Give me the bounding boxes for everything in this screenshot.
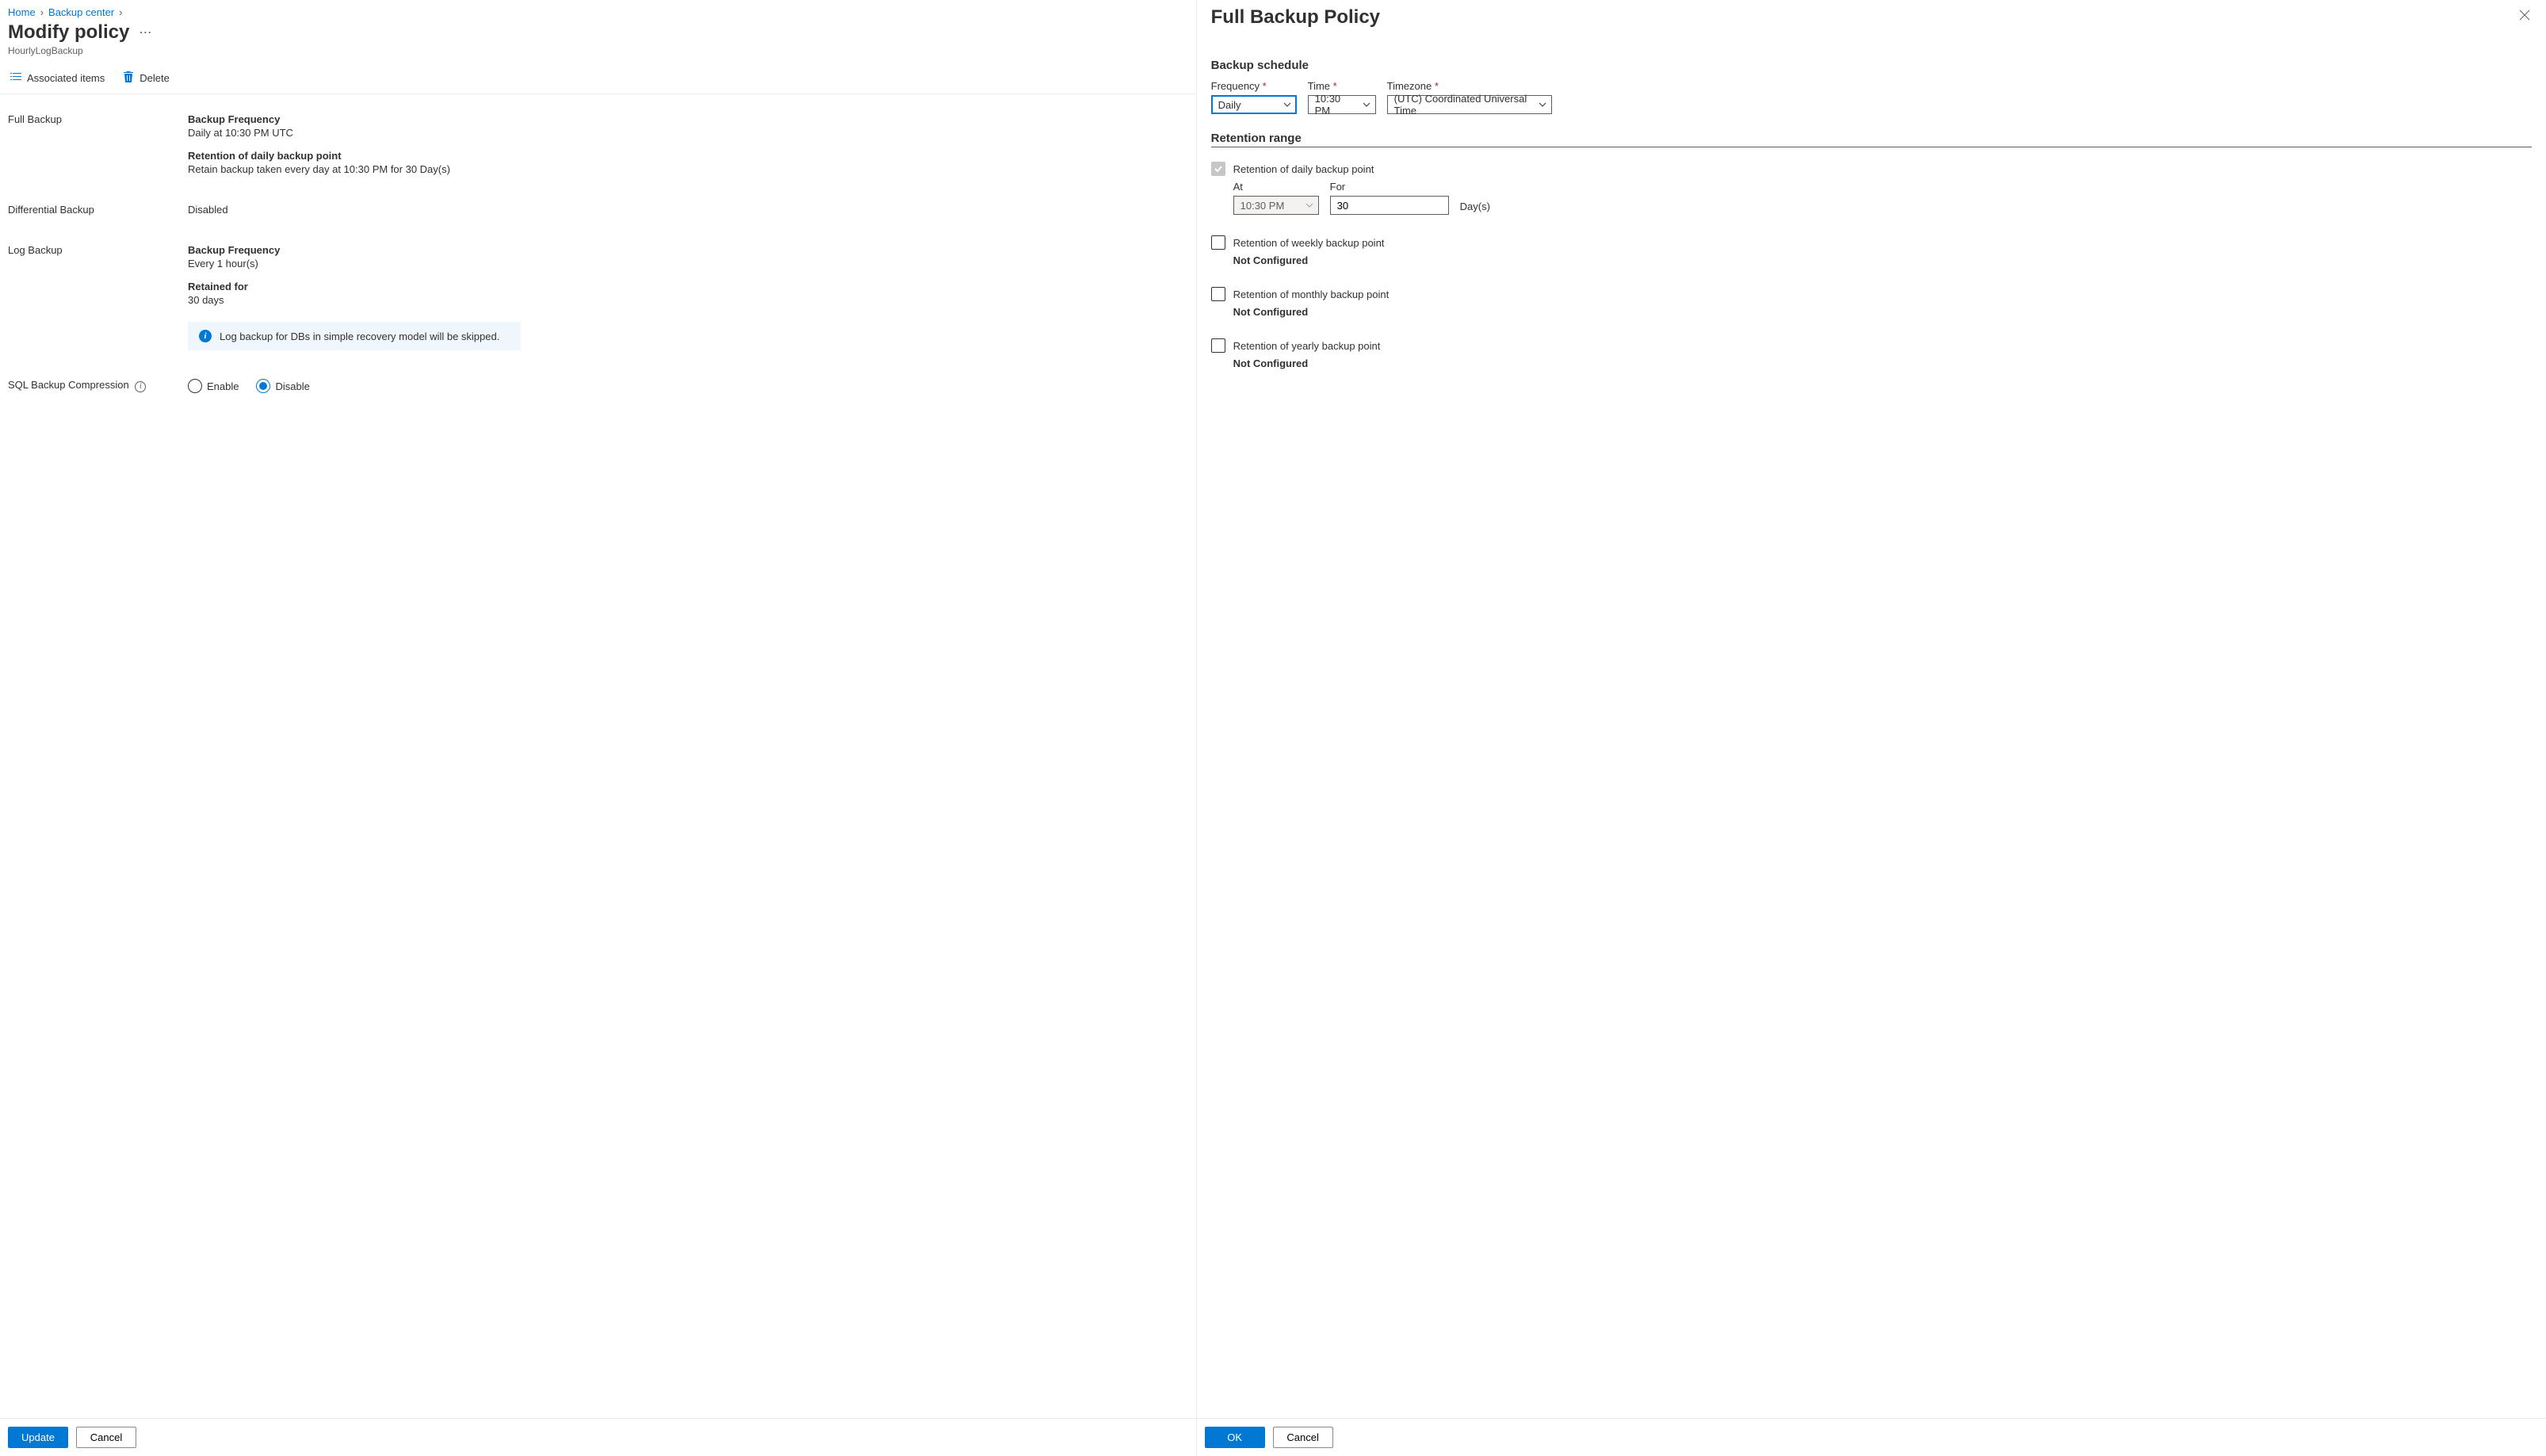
radio-icon <box>188 379 202 393</box>
frequency-select[interactable]: Daily <box>1211 95 1297 114</box>
log-backup-frequency-text: Every 1 hour(s) <box>188 258 521 269</box>
associated-items-label: Associated items <box>27 72 105 84</box>
compression-enable-radio[interactable]: Enable <box>188 379 239 393</box>
weekly-retention-label: Retention of weekly backup point <box>1233 237 1385 249</box>
radio-icon <box>256 379 270 393</box>
trash-icon <box>122 71 135 86</box>
chevron-right-icon: › <box>40 6 44 18</box>
log-backup-retained-text: 30 days <box>188 294 521 306</box>
compression-disable-radio[interactable]: Disable <box>256 379 309 393</box>
compression-disable-label: Disable <box>275 380 309 392</box>
info-icon[interactable]: i <box>135 381 146 392</box>
page-subtitle: HourlyLogBackup <box>0 45 1196 63</box>
yearly-retention-status: Not Configured <box>1233 357 2532 369</box>
log-backup-frequency-title: Backup Frequency <box>188 244 521 256</box>
monthly-retention-status: Not Configured <box>1233 306 2532 318</box>
full-backup-frequency-title: Backup Frequency <box>188 113 521 125</box>
yearly-retention-checkbox[interactable] <box>1211 338 1225 353</box>
time-label: Time * <box>1308 80 1376 92</box>
cancel-button[interactable]: Cancel <box>76 1427 136 1448</box>
weekly-retention-checkbox[interactable] <box>1211 235 1225 250</box>
list-icon <box>10 71 22 86</box>
backup-schedule-header: Backup schedule <box>1211 59 2532 72</box>
breadcrumb-home[interactable]: Home <box>8 6 36 18</box>
modify-policy-pane: Home › Backup center › Modify policy ⋯ H… <box>0 0 1197 1456</box>
compression-enable-label: Enable <box>207 380 239 392</box>
daily-for-input[interactable] <box>1330 196 1449 215</box>
breadcrumb: Home › Backup center › <box>0 0 1196 21</box>
chevron-down-icon <box>1539 101 1546 109</box>
monthly-retention-checkbox[interactable] <box>1211 287 1225 301</box>
panel-footer: OK Cancel <box>1197 1418 2546 1456</box>
chevron-right-icon: › <box>119 6 122 18</box>
frequency-label: Frequency * <box>1211 80 1297 92</box>
retention-range-header: Retention range <box>1211 132 2532 147</box>
info-icon: i <box>199 330 212 342</box>
chevron-down-icon <box>1363 101 1370 109</box>
time-select[interactable]: 10:30 PM <box>1308 95 1376 114</box>
daily-for-label: For <box>1330 181 1449 193</box>
log-backup-label: Log Backup <box>8 244 188 256</box>
breadcrumb-backup-center[interactable]: Backup center <box>48 6 114 18</box>
close-icon[interactable] <box>2516 6 2533 28</box>
delete-label: Delete <box>140 72 170 84</box>
full-backup-retention-text: Retain backup taken every day at 10:30 P… <box>188 163 521 175</box>
daily-retention-label: Retention of daily backup point <box>1233 163 1374 175</box>
delete-button[interactable]: Delete <box>120 67 171 89</box>
command-bar: Associated items Delete <box>0 63 1196 94</box>
daily-retention-checkbox <box>1211 162 1225 176</box>
daily-unit-label: Day(s) <box>1460 201 1490 215</box>
timezone-select[interactable]: (UTC) Coordinated Universal Time <box>1387 95 1552 114</box>
full-backup-frequency-text: Daily at 10:30 PM UTC <box>188 127 521 139</box>
log-backup-info-text: Log backup for DBs in simple recovery mo… <box>220 331 499 342</box>
full-backup-label: Full Backup <box>8 113 188 125</box>
ok-button[interactable]: OK <box>1205 1427 1265 1448</box>
chevron-down-icon <box>1283 101 1291 109</box>
left-footer: Update Cancel <box>0 1418 1196 1456</box>
panel-cancel-button[interactable]: Cancel <box>1273 1427 1333 1448</box>
yearly-retention-label: Retention of yearly backup point <box>1233 340 1381 352</box>
daily-at-select: 10:30 PM <box>1233 196 1319 215</box>
timezone-label: Timezone * <box>1387 80 1552 92</box>
update-button[interactable]: Update <box>8 1427 68 1448</box>
daily-at-label: At <box>1233 181 1319 193</box>
monthly-retention-label: Retention of monthly backup point <box>1233 289 1390 300</box>
associated-items-button[interactable]: Associated items <box>8 67 106 89</box>
chevron-down-icon <box>1305 201 1313 209</box>
differential-backup-label: Differential Backup <box>8 204 188 216</box>
differential-backup-status: Disabled <box>188 204 521 216</box>
panel-title: Full Backup Policy <box>1211 6 1380 29</box>
log-backup-info-box: i Log backup for DBs in simple recovery … <box>188 322 521 350</box>
log-backup-retained-title: Retained for <box>188 281 521 292</box>
more-icon[interactable]: ⋯ <box>139 25 151 40</box>
weekly-retention-status: Not Configured <box>1233 254 2532 266</box>
full-backup-retention-title: Retention of daily backup point <box>188 150 521 162</box>
page-title: Modify policy <box>8 21 129 44</box>
full-backup-policy-panel: Full Backup Policy Backup schedule Frequ… <box>1197 0 2546 1456</box>
compression-label: SQL Backup Compression i <box>8 379 188 392</box>
